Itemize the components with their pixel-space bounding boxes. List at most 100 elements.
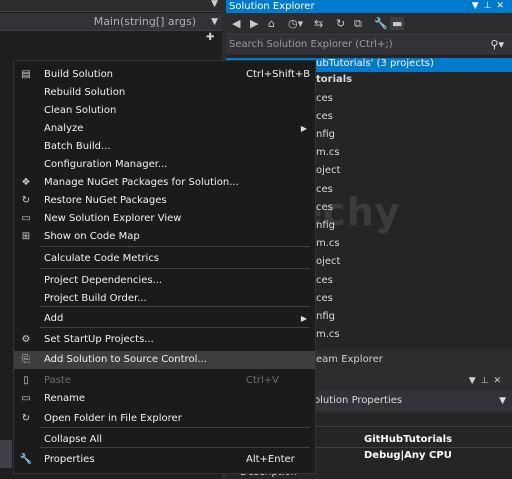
menu-item-label: Set StartUp Projects... — [44, 334, 154, 345]
close-icon[interactable]: ✕ — [493, 376, 506, 386]
split-editor-icon[interactable]: ✚ — [206, 32, 214, 43]
sync-icon[interactable]: ⇆ — [314, 17, 323, 30]
rename-icon: ▭ — [21, 393, 31, 404]
source-control-icon: ⎘ — [22, 354, 30, 365]
menu-item-rebuild-solution[interactable]: Rebuild Solution — [14, 84, 315, 102]
close-icon[interactable]: ✕ — [496, 1, 509, 11]
properties-icon[interactable]: 🔧 — [374, 17, 388, 30]
editor-scrollbar-left[interactable] — [0, 440, 12, 468]
menu-item-properties[interactable]: 🔧 Properties Alt+Enter — [14, 451, 315, 469]
menu-item-clean-solution[interactable]: Clean Solution — [14, 102, 315, 120]
menu-item-label: Show on Code Map — [44, 231, 140, 242]
solution-explorer-title: Solution Explorer — [229, 1, 315, 12]
menu-item-label: Open Folder in File Explorer — [44, 413, 182, 424]
menu-item-label: Analyze — [44, 123, 84, 134]
menu-item-label: Add — [44, 313, 64, 324]
collapse-icon[interactable]: ⧉ — [354, 17, 362, 31]
preview-icon[interactable]: ▬ — [390, 17, 405, 30]
menu-item-rename[interactable]: ▭ Rename — [14, 390, 315, 408]
menu-item-restore-nuget-packages[interactable]: ↻ Restore NuGet Packages — [14, 192, 315, 210]
properties-object-label: olution Properties — [314, 395, 403, 406]
menu-item-label: Batch Build... — [44, 141, 111, 152]
menu-item-label: Rename — [44, 393, 86, 404]
menu-item-analyze[interactable]: Analyze ▶ — [14, 120, 315, 138]
solution-explorer-title-bar: Solution Explorer ▼⊥✕ — [226, 0, 512, 13]
menu-item-add-solution-to-source-control[interactable]: ⎘ Add Solution to Source Control... — [14, 351, 315, 369]
menu-item-label: Restore NuGet Packages — [44, 195, 167, 206]
chevron-down-icon: ▼ — [211, 17, 218, 27]
tree-item[interactable]: torials — [316, 74, 352, 85]
menu-item-label: Properties — [44, 454, 95, 465]
paste-icon: ▯ — [23, 375, 29, 386]
forward-icon[interactable]: ▶ — [250, 17, 258, 30]
menu-item-build-solution[interactable]: ▤ Build Solution Ctrl+Shift+B — [14, 66, 315, 84]
menu-item-project-dependencies[interactable]: Project Dependencies... — [14, 272, 315, 290]
menu-item-label: New Solution Explorer View — [44, 213, 182, 224]
menu-item-set-startup-projects[interactable]: ⚙ Set StartUp Projects... — [14, 331, 315, 349]
tree-item[interactable]: nfig — [316, 129, 335, 140]
menu-item-shortcut: Alt+Enter — [246, 454, 295, 465]
menu-item-add[interactable]: Add ▶ — [14, 310, 315, 328]
pin-icon[interactable]: ⊥ — [484, 1, 497, 11]
refresh-icon: ↻ — [21, 413, 31, 424]
tree-item-solution[interactable]: ubTutorials' (3 projects) — [316, 58, 434, 69]
menu-separator — [40, 246, 310, 247]
nuget-icon: ❖ — [21, 177, 31, 188]
menu-item-label: Clean Solution — [44, 105, 117, 116]
tree-item[interactable]: m.cs — [316, 238, 340, 249]
tree-item[interactable]: m.cs — [316, 147, 340, 158]
editor-type-dropdown[interactable]: ▼ — [0, 0, 222, 12]
refresh-icon[interactable]: ↻ — [336, 17, 345, 30]
menu-item-collapse-all[interactable]: Collapse All — [14, 431, 315, 449]
menu-item-manage-nuget-packages-for-solution[interactable]: ❖ Manage NuGet Packages for Solution... — [14, 174, 315, 192]
tree-item[interactable]: nfig — [316, 311, 335, 322]
menu-item-project-build-order[interactable]: Project Build Order... — [14, 290, 315, 308]
member-dropdown-value: Main(string[] args) — [93, 15, 196, 28]
tree-item[interactable]: oject — [316, 165, 340, 176]
restore-icon: ↻ — [21, 195, 31, 206]
property-value-config[interactable]: Debug|Any CPU — [364, 450, 452, 461]
build-icon: ▤ — [21, 69, 31, 80]
home-icon[interactable]: ⌂ — [268, 17, 275, 30]
search-icon[interactable]: ⚲▾ — [490, 36, 504, 54]
history-icon[interactable]: ◷▾ — [288, 17, 303, 30]
property-value-name[interactable]: GitHubTutorials — [364, 434, 452, 445]
menu-separator — [40, 268, 310, 269]
menu-item-label: Configuration Manager... — [44, 159, 168, 170]
menu-item-label: Collapse All — [44, 434, 103, 445]
tree-item[interactable]: oject — [316, 256, 340, 267]
menu-item-configuration-manager[interactable]: Configuration Manager... — [14, 156, 315, 174]
back-icon[interactable]: ◀ — [232, 17, 240, 30]
dropdown-icon[interactable]: ▼ — [469, 376, 481, 386]
menu-item-batch-build[interactable]: Batch Build... — [14, 138, 315, 156]
dropdown-icon[interactable]: ▼ — [472, 1, 484, 11]
pin-icon[interactable]: ⊥ — [481, 376, 494, 386]
menu-item-paste[interactable]: ▯ Paste Ctrl+V — [14, 372, 315, 390]
solution-explorer-toolbar: ◀ ▶ ⌂ ◷▾ ⇆ ↻ ⧉ 🔧 ▬ — [226, 13, 512, 35]
tree-item[interactable]: ces — [316, 111, 333, 122]
menu-item-label: Calculate Code Metrics — [44, 253, 159, 264]
menu-item-label: Build Solution — [44, 69, 114, 80]
tree-item[interactable]: ces — [316, 275, 333, 286]
chevron-down-icon: ▼ — [499, 396, 506, 406]
menu-item-label: Add Solution to Source Control... — [44, 354, 207, 365]
menu-item-shortcut: Ctrl+V — [246, 375, 280, 386]
menu-item-label: Manage NuGet Packages for Solution... — [44, 177, 239, 188]
solution-explorer-search[interactable]: Search Solution Explorer (Ctrl+;) ⚲▾ — [226, 36, 512, 54]
tree-item[interactable]: ces — [316, 93, 333, 104]
menu-item-new-solution-explorer-view[interactable]: ▭ New Solution Explorer View — [14, 210, 315, 228]
solution-context-menu: ▤ Build Solution Ctrl+Shift+B Rebuild Solut… — [13, 60, 316, 474]
menu-item-label: Rebuild Solution — [44, 87, 126, 98]
wrench-icon: 🔧 — [19, 454, 33, 465]
menu-item-open-folder-in-file-explorer[interactable]: ↻ Open Folder in File Explorer — [14, 410, 315, 428]
menu-item-calculate-code-metrics[interactable]: Calculate Code Metrics — [14, 250, 315, 268]
menu-item-label: Paste — [44, 375, 71, 386]
editor-member-dropdown[interactable]: Main(string[] args) ▼ — [0, 13, 222, 31]
menu-item-show-on-code-map[interactable]: ⊞ Show on Code Map — [14, 228, 315, 246]
window-icon: ▭ — [21, 213, 31, 224]
tree-item[interactable]: ces — [316, 293, 333, 304]
gear-icon: ⚙ — [21, 334, 31, 345]
tree-item[interactable]: m.cs — [316, 329, 340, 340]
search-placeholder: Search Solution Explorer (Ctrl+;) — [229, 39, 393, 50]
menu-item-shortcut: Ctrl+Shift+B — [246, 69, 311, 80]
